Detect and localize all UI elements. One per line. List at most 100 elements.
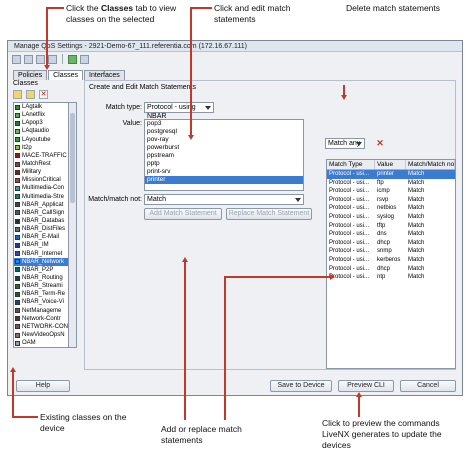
callout-edit-match: Click and edit match statements <box>214 3 291 24</box>
class-list-item[interactable]: NBAR_Databas <box>14 217 68 225</box>
class-list-item[interactable]: NBAR_Network <box>14 257 68 266</box>
value-list-item[interactable]: pop3 <box>145 120 303 128</box>
match-type-select[interactable]: Protocol - using NBAR <box>144 102 214 120</box>
table-row[interactable]: Protocol - usi... icmp Match <box>327 187 455 196</box>
tab-classes[interactable]: Classes <box>48 70 84 80</box>
arrow-head <box>356 392 362 397</box>
table-row[interactable]: Protocol - usi... kerberos Match <box>327 256 455 265</box>
add-class-icon[interactable] <box>13 90 22 99</box>
class-list-item[interactable]: OAM <box>14 339 68 347</box>
class-list-item[interactable]: NBAR_IM <box>14 241 68 249</box>
table-cell: tftp <box>377 222 386 229</box>
class-list-item[interactable]: NBAR_Term-Re <box>14 290 68 298</box>
class-color-swatch <box>15 153 20 159</box>
class-list-item[interactable]: NBAR_Applicat <box>14 201 68 209</box>
table-row[interactable]: Protocol - usi... dhcp Match <box>327 265 455 274</box>
value-list-item[interactable]: postgresql <box>145 128 303 136</box>
tab-policies[interactable]: Policies <box>13 70 48 80</box>
match-statements-table[interactable]: Match Type Value Match/Match not Protoco… <box>326 159 456 369</box>
tab-interfaces[interactable]: Interfaces <box>84 70 125 80</box>
class-list-item[interactable]: NBAR_Routing <box>14 274 68 282</box>
table-row[interactable]: Protocol - usi... netbios Match <box>327 204 455 213</box>
value-list-item[interactable]: pov-ray <box>145 136 303 144</box>
cancel-button[interactable]: Cancel <box>400 380 456 392</box>
class-list-item[interactable]: LAyoutube <box>14 136 68 144</box>
class-list-item[interactable]: NETWORK-CON <box>14 323 68 331</box>
help-button[interactable]: Help <box>16 380 70 392</box>
callout-line <box>184 262 186 420</box>
class-name: NetManageme <box>22 307 62 314</box>
delete-match-icon[interactable]: ✕ <box>375 138 385 148</box>
preview-cli-button[interactable]: Preview CLI <box>338 380 394 392</box>
callout-line <box>190 7 212 9</box>
class-list-item[interactable]: LAqtaudio <box>14 127 68 135</box>
arrow-head <box>188 135 194 140</box>
class-list-item[interactable]: NBAR_Internet <box>14 250 68 258</box>
class-list-item[interactable]: NBAR_E-Mail <box>14 233 68 241</box>
network-icon[interactable] <box>80 54 89 64</box>
column-header[interactable]: Value <box>375 160 406 169</box>
back-icon[interactable] <box>12 54 21 64</box>
table-row[interactable]: Protocol - usi... syslog Match <box>327 213 455 222</box>
class-list-item[interactable]: LAgtalk <box>14 103 68 111</box>
add-match-button[interactable]: Add Match Statement <box>144 208 222 220</box>
table-cell: Match <box>408 213 425 220</box>
class-name: NBAR_Streami <box>22 283 63 290</box>
scrollbar-thumb[interactable] <box>70 113 75 203</box>
class-list-item[interactable]: lt2p <box>14 144 68 152</box>
value-list-item[interactable]: ppstream <box>145 152 303 160</box>
callout-line <box>358 397 360 417</box>
first-icon[interactable] <box>36 54 45 64</box>
save-to-device-button[interactable]: Save to Device <box>270 380 332 392</box>
class-list-item[interactable]: MatchRest <box>14 160 68 168</box>
refresh-icon[interactable] <box>68 54 77 64</box>
class-color-swatch <box>15 340 20 346</box>
class-list-item[interactable]: NetManageme <box>14 307 68 315</box>
class-color-swatch <box>15 267 20 273</box>
class-list-item[interactable]: NBAR_DistFiles <box>14 225 68 233</box>
match-not-select[interactable]: Match <box>144 194 304 205</box>
match-any-select[interactable]: Match any <box>325 138 365 149</box>
classes-pane-title: Classes <box>13 80 38 87</box>
edit-class-icon[interactable] <box>26 90 35 99</box>
class-list-item[interactable]: NBAR_Voice-Vi <box>14 298 68 306</box>
table-cell: dns <box>377 231 387 238</box>
value-list[interactable]: pop3 postgresql pov-ray powerburst ppstream p… <box>144 119 304 191</box>
class-list-item[interactable]: Network-Contr <box>14 315 68 323</box>
table-row[interactable]: Protocol - usi... ntp Match <box>327 273 455 282</box>
column-header[interactable]: Match/Match not <box>406 160 455 169</box>
table-row[interactable]: Protocol - usi... snmp Match <box>327 247 455 256</box>
last-icon[interactable] <box>48 54 57 64</box>
table-row[interactable]: Protocol - usi... dns Match <box>327 230 455 239</box>
class-list-item[interactable]: LApop3 <box>14 119 68 127</box>
replace-match-button[interactable]: Replace Match Statement <box>226 208 312 220</box>
class-list-item[interactable]: NBAR_Streami <box>14 282 68 290</box>
class-list-item[interactable]: NBAR_P2P <box>14 266 68 274</box>
class-list-item[interactable]: Military <box>14 168 68 176</box>
column-header[interactable]: Match Type <box>327 160 375 169</box>
class-list-item[interactable]: MACE-TRAFFIC <box>14 152 68 160</box>
class-list-item[interactable]: NewVideoOpsN <box>14 331 68 339</box>
class-list-scrollbar[interactable] <box>69 102 77 348</box>
value-list-item[interactable]: powerburst <box>145 144 303 152</box>
value-list-item[interactable]: printer <box>145 176 303 184</box>
value-list-item[interactable]: print-srv <box>145 168 303 176</box>
table-cell: Match <box>408 265 425 272</box>
forward-icon[interactable] <box>24 54 33 64</box>
class-name: Multimedia-Con <box>22 185 65 192</box>
class-list[interactable]: LAgtalk LAnetflix LApop3 LAqtaudio LAyoutube… <box>13 102 69 348</box>
class-list-item[interactable]: Multimedia-Con <box>14 184 68 192</box>
table-row[interactable]: Protocol - usi... printer Match <box>327 170 455 179</box>
value-list-item[interactable]: pptp <box>145 160 303 168</box>
delete-class-icon[interactable]: ✕ <box>39 90 48 99</box>
class-list-item[interactable]: NBAR_CallSign <box>14 209 68 217</box>
table-cell: Match <box>408 205 425 212</box>
table-row[interactable]: Protocol - usi... ftp Match <box>327 179 455 188</box>
class-list-item[interactable]: MissionCritical <box>14 176 68 184</box>
table-row[interactable]: Protocol - usi... tftp Match <box>327 222 455 231</box>
table-row[interactable]: Protocol - usi... rsvp Match <box>327 196 455 205</box>
class-name: NBAR_Databas <box>22 218 65 225</box>
table-row[interactable]: Protocol - usi... dhcp Match <box>327 239 455 248</box>
class-list-item[interactable]: Multimedia-Stre <box>14 193 68 201</box>
class-list-item[interactable]: LAnetflix <box>14 111 68 119</box>
